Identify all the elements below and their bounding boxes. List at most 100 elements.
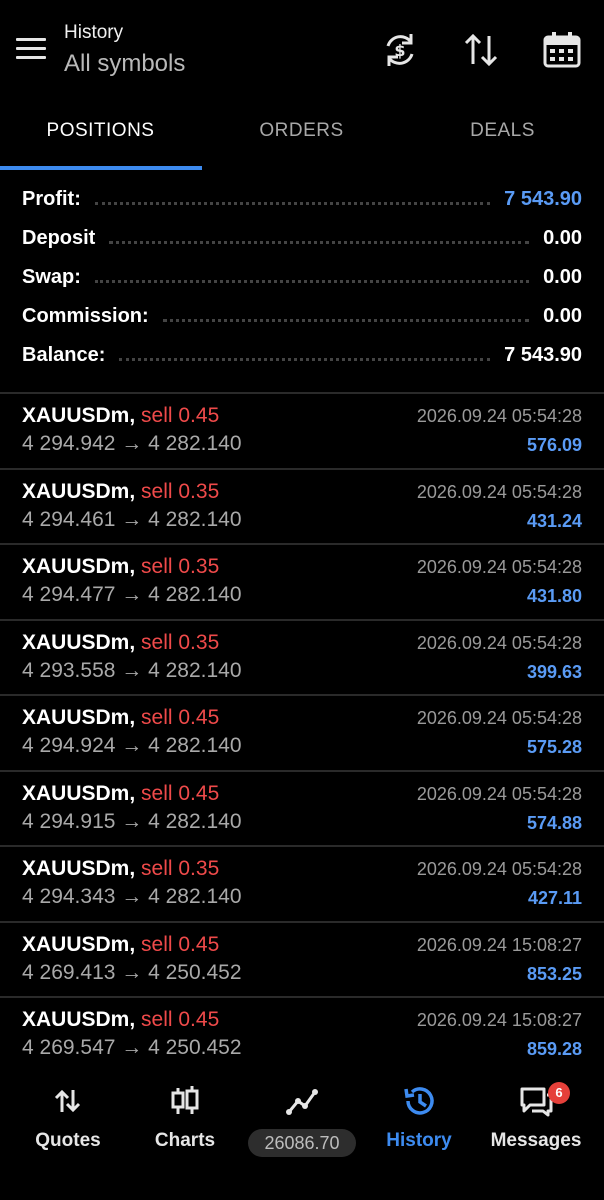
price-range: 4 294.915 → 4 282.140 [22,809,242,833]
symbol-line: XAUUSDm, sell 0.35 [22,857,219,881]
symbol: XAUUSDm, [22,630,136,654]
summary-label: Profit: [22,188,81,210]
summary-label: Swap: [22,266,81,288]
positions-list[interactable]: XAUUSDm, sell 0.45 4 294.942 → 4 282.140… [0,394,604,1058]
list-item[interactable]: XAUUSDm, sell 0.35 4 293.558 → 4 282.140… [0,621,604,696]
price-range: 4 294.461 → 4 282.140 [22,507,242,531]
equity-pill: 26086.70 [248,1129,356,1157]
price-range: 4 294.924 → 4 282.140 [22,734,242,757]
history-icon [404,1087,434,1115]
symbol-line: XAUUSDm, sell 0.35 [22,555,219,579]
nav-messages[interactable]: 6 Messages [476,1062,596,1172]
charts-icon [171,1086,199,1114]
tab-orders[interactable]: ORDERS [201,92,402,170]
profit-value: 431.80 [526,586,582,606]
profit-value: 576.09 [526,435,582,455]
summary-commission: Commission: 0.00 [0,297,604,336]
close-time: 2026.09.24 05:54:28 [416,708,582,728]
symbol-line: XAUUSDm, sell 0.45 [22,706,219,730]
symbol-line: XAUUSDm, sell 0.35 [22,480,219,504]
close-time: 2026.09.24 05:54:28 [416,783,582,804]
unread-badge: 6 [548,1082,570,1104]
app-header: History All symbols $ [0,0,604,92]
nav-label: Charts [154,1130,216,1151]
nav-charts[interactable]: Charts [125,1062,245,1172]
tab-positions[interactable]: POSITIONS [0,92,201,170]
symbol-filter[interactable]: All symbols [64,50,185,78]
dotted-leader [94,280,530,283]
summary-value: 7 543.90 [504,188,582,210]
profit-value: 431.24 [526,510,582,531]
profit-value: 859.28 [526,1039,582,1058]
symbol: XAUUSDm, [22,781,136,805]
price-range: 4 294.477 → 4 282.140 [22,583,242,606]
list-item[interactable]: XAUUSDm, sell 0.45 4 294.924 → 4 282.140… [0,696,604,772]
summary-deposit: Deposit 0.00 [0,219,604,258]
dotted-leader [94,202,491,205]
summary-swap: Swap: 0.00 [0,258,604,297]
summary-value: 0.00 [543,266,582,288]
list-item[interactable]: XAUUSDm, sell 0.35 4 294.343 → 4 282.140… [0,847,604,923]
trade-side: sell 0.45 [141,404,220,427]
sort-icon[interactable] [461,30,501,70]
trade-side: sell 0.35 [141,555,220,578]
nav-label: Messages [490,1130,582,1151]
symbol: XAUUSDm, [22,706,136,729]
list-item[interactable]: XAUUSDm, sell 0.45 4 294.915 → 4 282.140… [0,772,604,847]
summary-profit: Profit: 7 543.90 [0,180,604,219]
symbol: XAUUSDm, [22,932,136,956]
symbol-line: XAUUSDm, sell 0.45 [22,782,219,806]
trade-side: sell 0.45 [141,1008,220,1031]
summary-value: 0.00 [543,227,582,249]
active-tab-indicator [0,166,202,170]
list-item[interactable]: XAUUSDm, sell 0.45 4 269.547 → 4 250.452… [0,998,604,1058]
close-time: 2026.09.24 15:08:27 [416,1010,582,1030]
summary-label: Balance: [22,344,106,366]
svg-text:$: $ [394,41,405,60]
list-item[interactable]: XAUUSDm, sell 0.35 4 294.477 → 4 282.140… [0,545,604,621]
symbol-line: XAUUSDm, sell 0.45 [22,404,219,428]
close-time: 2026.09.24 05:54:28 [416,406,582,426]
nav-quotes[interactable]: Quotes [8,1062,128,1172]
quotes-icon [54,1089,81,1113]
list-item[interactable]: XAUUSDm, sell 0.45 4 294.942 → 4 282.140… [0,394,604,470]
symbol: XAUUSDm, [22,404,136,427]
tab-deals[interactable]: DEALS [402,92,603,170]
profit-value: 399.63 [526,661,582,682]
symbol: XAUUSDm, [22,857,136,880]
close-time: 2026.09.24 05:54:28 [416,632,582,653]
close-time: 2026.09.24 05:54:28 [416,557,582,577]
summary-value: 7 543.90 [504,344,582,366]
close-time: 2026.09.24 05:54:28 [416,481,582,502]
summary-value: 0.00 [543,305,582,327]
price-range: 4 294.343 → 4 282.140 [22,885,242,908]
profit-value: 575.28 [526,737,582,757]
page-subtitle: History [64,22,124,43]
close-time: 2026.09.24 15:08:27 [416,934,582,955]
summary-panel: Profit: 7 543.90 Deposit 0.00 Swap: 0.00… [0,180,604,375]
trade-icon [286,1089,318,1115]
trade-side: sell 0.35 [141,857,220,880]
symbol: XAUUSDm, [22,555,136,578]
menu-icon[interactable] [16,38,48,64]
dotted-leader [109,241,530,244]
currency-exchange-icon[interactable]: $ [380,30,420,70]
profit-value: 574.88 [526,812,582,833]
trade-side: sell 0.45 [141,781,220,805]
calendar-icon[interactable] [542,30,582,70]
profit-value: 853.25 [526,963,582,984]
list-item[interactable]: XAUUSDm, sell 0.45 4 269.413 → 4 250.452… [0,923,604,998]
symbol-line: XAUUSDm, sell 0.45 [22,1008,219,1032]
price-range: 4 294.942 → 4 282.140 [22,432,242,455]
nav-label: History [386,1130,452,1151]
trade-side: sell 0.35 [141,630,220,654]
history-tabs: POSITIONS ORDERS DEALS [0,92,604,170]
bottom-nav: Quotes Charts 26086.70 History 6 Message… [0,1062,604,1200]
nav-history[interactable]: History [359,1062,479,1172]
summary-balance: Balance: 7 543.90 [0,336,604,375]
list-item[interactable]: XAUUSDm, sell 0.35 4 294.461 → 4 282.140… [0,470,604,545]
symbol: XAUUSDm, [22,479,136,503]
symbol: XAUUSDm, [22,1008,136,1031]
dotted-leader [162,319,530,322]
trade-side: sell 0.45 [141,932,220,956]
